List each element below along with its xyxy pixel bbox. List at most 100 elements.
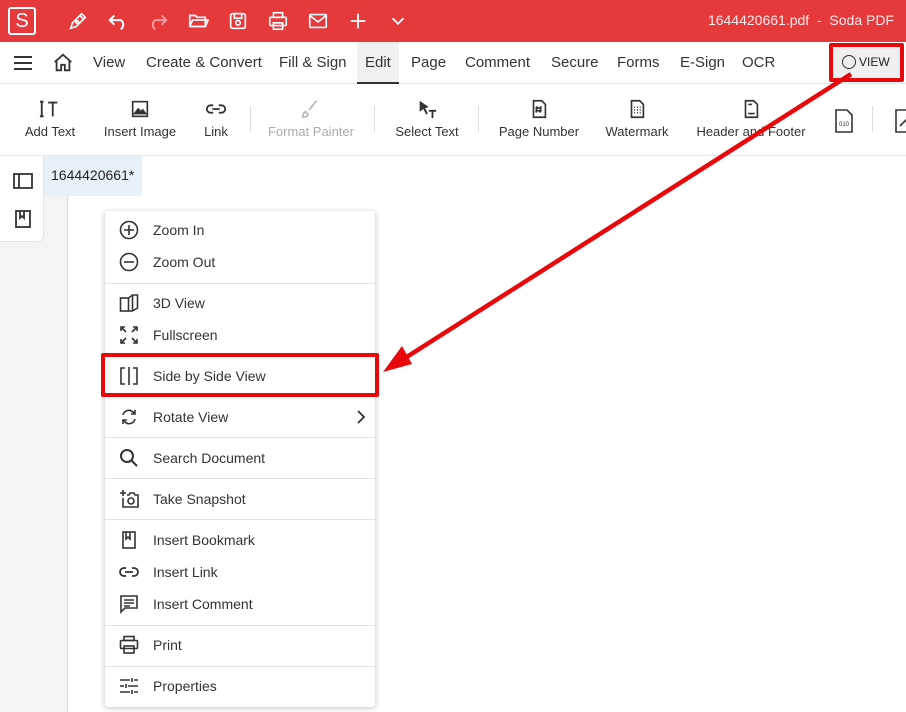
bookmark-icon bbox=[119, 530, 139, 550]
tab-secure[interactable]: Secure bbox=[551, 42, 599, 84]
redo-icon[interactable] bbox=[146, 9, 170, 33]
menu-item-label: Zoom Out bbox=[153, 254, 216, 270]
menu-item-label: Zoom In bbox=[153, 222, 205, 238]
menu-item-3d-view[interactable]: 3D View bbox=[105, 287, 375, 319]
menu-divider bbox=[105, 478, 375, 479]
menu-divider bbox=[105, 519, 375, 520]
title-bar: S 1644420661.pdf - Soda PDF bbox=[0, 0, 906, 42]
title-separator: - bbox=[816, 12, 822, 28]
comment-icon bbox=[119, 594, 139, 614]
document-tab[interactable]: 1644420661* bbox=[44, 156, 142, 196]
ribbon-divider bbox=[250, 106, 251, 132]
link-label: Link bbox=[204, 124, 228, 139]
sidebar-toggle-icon[interactable] bbox=[12, 170, 34, 192]
menu-item-zoom-in[interactable]: Zoom In bbox=[105, 214, 375, 246]
undo-icon[interactable] bbox=[106, 9, 130, 33]
page-number-label: Page Number bbox=[498, 124, 580, 139]
add-text-tool[interactable]: Add Text bbox=[20, 84, 80, 156]
ribbon-divider bbox=[872, 106, 873, 132]
ribbon-divider bbox=[478, 106, 479, 132]
menu-divider bbox=[105, 666, 375, 667]
menu-item-label: Rotate View bbox=[153, 409, 229, 425]
select-text-tool[interactable]: Select Text bbox=[392, 84, 462, 156]
add-text-label: Add Text bbox=[24, 124, 76, 139]
link-tool[interactable]: Link bbox=[198, 84, 234, 156]
app-name: Soda PDF bbox=[829, 12, 894, 28]
menu-item-insert-bookmark[interactable]: Insert Bookmark bbox=[105, 524, 375, 556]
hamburger-menu-icon[interactable] bbox=[12, 53, 34, 73]
tab-e-sign[interactable]: E-Sign bbox=[680, 42, 725, 84]
edit-ribbon: Add Text Insert Image Link Format Painte… bbox=[0, 84, 906, 156]
menu-item-label: Print bbox=[153, 637, 182, 653]
menu-item-label: Search Document bbox=[153, 450, 266, 466]
menu-item-rotate-view[interactable]: Rotate View bbox=[105, 401, 375, 433]
print-icon[interactable] bbox=[266, 9, 290, 33]
highlight-view-button bbox=[829, 43, 904, 82]
page-number-tool[interactable]: Page Number bbox=[496, 84, 582, 156]
header-footer-icon bbox=[694, 84, 808, 124]
watermark-tool[interactable]: Watermark bbox=[600, 84, 674, 156]
tab-view[interactable]: View bbox=[93, 42, 125, 84]
format-painter-label: Format Painter bbox=[268, 124, 354, 139]
menu-item-label: Insert Bookmark bbox=[153, 532, 255, 548]
chevron-down-icon[interactable] bbox=[386, 9, 410, 33]
add-text-icon bbox=[20, 84, 80, 124]
tab-comment[interactable]: Comment bbox=[465, 42, 530, 84]
menu-divider bbox=[105, 437, 375, 438]
fullscreen-icon bbox=[119, 325, 139, 345]
header-footer-label: Header and Footer bbox=[696, 124, 806, 139]
tab-edit[interactable]: Edit bbox=[357, 42, 399, 84]
watermark-icon bbox=[600, 84, 674, 124]
menu-tab-bar: View Create & Convert Fill & Sign Edit P… bbox=[0, 42, 906, 84]
camera-icon bbox=[119, 489, 139, 509]
menu-divider bbox=[105, 625, 375, 626]
brush-icon bbox=[266, 84, 356, 124]
mail-icon[interactable] bbox=[306, 9, 330, 33]
home-icon[interactable] bbox=[52, 52, 74, 74]
menu-item-insert-comment[interactable]: Insert Comment bbox=[105, 588, 375, 620]
format-painter-tool[interactable]: Format Painter bbox=[266, 84, 356, 156]
menu-item-label: 3D View bbox=[153, 295, 205, 311]
menu-item-label: Insert Comment bbox=[153, 596, 253, 612]
soda-logo: S bbox=[8, 7, 36, 35]
tab-ocr[interactable]: OCR bbox=[742, 42, 775, 84]
menu-item-label: Properties bbox=[153, 678, 217, 694]
menu-item-label: Take Snapshot bbox=[153, 491, 246, 507]
plus-icon[interactable] bbox=[346, 9, 370, 33]
menu-item-search-document[interactable]: Search Document bbox=[105, 442, 375, 474]
pen-icon[interactable] bbox=[66, 9, 90, 33]
watermark-label: Watermark bbox=[605, 124, 669, 139]
zoom-in-icon bbox=[119, 220, 139, 240]
search-icon bbox=[119, 448, 139, 468]
bookmarks-panel-icon[interactable] bbox=[12, 208, 34, 230]
menu-item-label: Fullscreen bbox=[153, 327, 218, 343]
menu-item-print[interactable]: Print bbox=[105, 629, 375, 661]
open-folder-icon[interactable] bbox=[186, 9, 210, 33]
menu-item-take-snapshot[interactable]: Take Snapshot bbox=[105, 483, 375, 515]
tab-forms[interactable]: Forms bbox=[617, 42, 660, 84]
menu-item-zoom-out[interactable]: Zoom Out bbox=[105, 246, 375, 278]
left-side-panel bbox=[0, 156, 44, 242]
highlight-side-by-side-item bbox=[101, 353, 379, 397]
tab-fill-sign[interactable]: Fill & Sign bbox=[279, 42, 347, 84]
view-context-menu: Zoom In Zoom Out 3D View Fullscreen Side… bbox=[105, 211, 375, 707]
tab-create-convert[interactable]: Create & Convert bbox=[146, 42, 262, 84]
3d-view-icon bbox=[119, 293, 139, 313]
tab-page[interactable]: Page bbox=[411, 42, 446, 84]
page-number-icon bbox=[496, 84, 582, 124]
more-tools-icon[interactable] bbox=[892, 108, 906, 134]
bates-number-icon[interactable]: 010 bbox=[832, 108, 856, 134]
insert-image-label: Insert Image bbox=[103, 124, 177, 139]
menu-item-properties[interactable]: Properties bbox=[105, 670, 375, 702]
header-footer-tool[interactable]: Header and Footer bbox=[694, 84, 808, 156]
save-icon[interactable] bbox=[226, 9, 250, 33]
print-icon bbox=[119, 635, 139, 655]
insert-image-tool[interactable]: Insert Image bbox=[100, 84, 180, 156]
rotate-icon bbox=[119, 407, 139, 427]
sliders-icon bbox=[119, 676, 139, 696]
menu-divider bbox=[105, 283, 375, 284]
menu-item-fullscreen[interactable]: Fullscreen bbox=[105, 319, 375, 351]
file-name: 1644420661.pdf bbox=[707, 12, 810, 28]
link-icon bbox=[198, 84, 234, 124]
menu-item-insert-link[interactable]: Insert Link bbox=[105, 556, 375, 588]
